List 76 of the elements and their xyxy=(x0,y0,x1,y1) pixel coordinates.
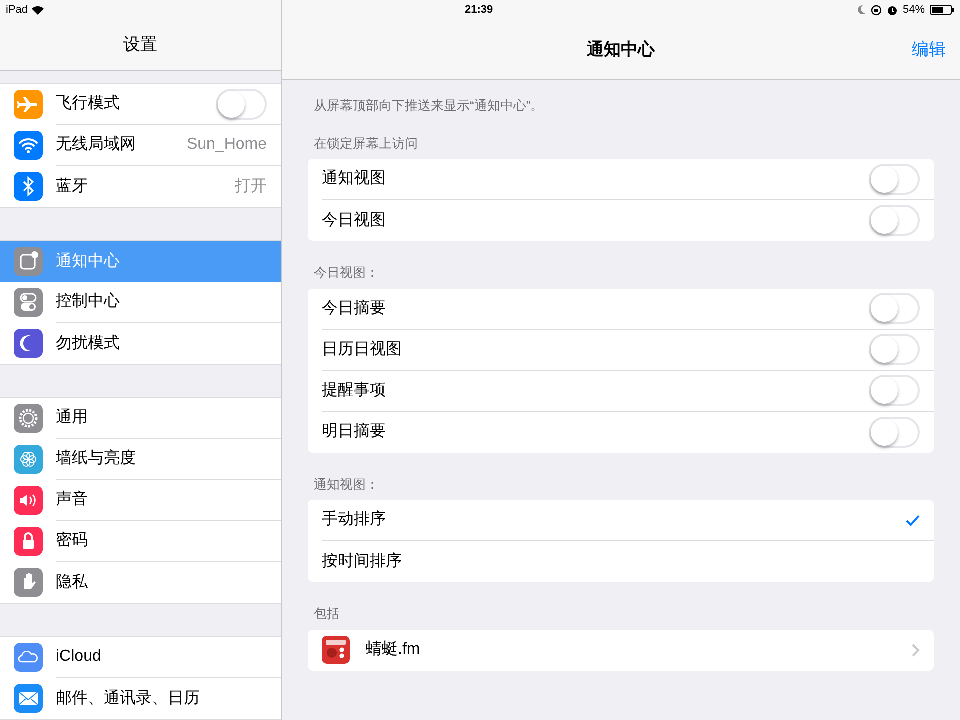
section-header: 通知视图： xyxy=(313,476,380,494)
item-label: 隐私 xyxy=(56,572,89,592)
row-label: 手动排序 xyxy=(322,510,387,530)
sidebar-item[interactable]: 邮件、通讯录、日历 xyxy=(0,678,281,719)
row-label: 明日摘要 xyxy=(322,422,387,442)
sort-option[interactable]: 手动排序 xyxy=(308,500,934,541)
row-label: 蜻蜓.fm xyxy=(366,640,422,660)
airplane-icon xyxy=(14,90,43,119)
device-name: iPad xyxy=(6,2,28,18)
section-header: 包括 xyxy=(313,605,341,623)
item-label: 密码 xyxy=(56,530,89,551)
chevron-icon xyxy=(912,644,920,656)
sidebar-item[interactable]: 控制中心 xyxy=(0,282,281,323)
sidebar-item[interactable]: 飞行模式 xyxy=(0,84,281,125)
section-header: 今日视图： xyxy=(313,264,380,282)
sidebar-item[interactable]: 墙纸与亮度 xyxy=(0,439,281,480)
item-value: Sun_Home xyxy=(186,135,267,155)
sidebar-item[interactable]: 通用 xyxy=(0,398,281,439)
item-label: 通用 xyxy=(56,408,89,428)
toggle-switch[interactable] xyxy=(869,293,920,324)
item-label: 控制中心 xyxy=(56,292,121,312)
page-title: 通知中心 xyxy=(587,38,655,61)
sidebar-item[interactable]: 密码 xyxy=(0,521,281,562)
sidebar-title: 设置 xyxy=(124,34,158,56)
checkmark-icon xyxy=(906,514,920,526)
flower-icon xyxy=(14,445,43,474)
notifications-icon xyxy=(14,247,43,276)
sidebar-item[interactable]: 隐私 xyxy=(0,562,281,603)
toggle-switch[interactable] xyxy=(869,375,920,406)
battery-percentage: 54% xyxy=(902,2,925,18)
wifi-icon xyxy=(14,131,43,160)
toggle-switch[interactable] xyxy=(869,416,920,448)
row-label: 通知视图 xyxy=(322,168,387,189)
toggle-switch[interactable] xyxy=(869,334,920,365)
row-label: 按时间排序 xyxy=(322,552,403,572)
row-label: 今日视图 xyxy=(322,210,387,230)
sidebar-item[interactable]: 勿扰模式 xyxy=(0,323,281,364)
row-label: 提醒事项 xyxy=(322,380,387,400)
row-label: 今日摘要 xyxy=(322,298,387,318)
sidebar-item[interactable]: 声音 xyxy=(0,480,281,521)
toggle-switch[interactable] xyxy=(216,88,267,120)
envelope-icon xyxy=(14,684,43,713)
moon-icon xyxy=(856,5,866,15)
item-value: 打开 xyxy=(235,176,267,196)
item-label: 通知中心 xyxy=(56,252,121,272)
section-header: 在锁定屏幕上访问 xyxy=(313,134,419,152)
hand-icon xyxy=(14,568,43,597)
gear-icon xyxy=(14,404,43,433)
item-label: 邮件、通讯录、日历 xyxy=(56,688,201,708)
speaker-icon xyxy=(14,486,43,515)
item-label: 墙纸与亮度 xyxy=(56,448,137,469)
switches-icon xyxy=(14,288,43,317)
radio-app-icon xyxy=(322,636,350,664)
battery-icon xyxy=(930,5,954,15)
bluetooth-icon xyxy=(14,172,43,201)
item-label: iCloud xyxy=(56,647,102,667)
item-label: 声音 xyxy=(56,490,89,510)
toggle-switch[interactable] xyxy=(869,164,920,194)
intro-text: 从屏幕顶部向下推送来显示“通知中心”。 xyxy=(313,97,545,115)
edit-button[interactable]: 编辑 xyxy=(912,36,946,62)
moon-icon xyxy=(14,329,43,358)
alarm-clock-icon xyxy=(886,4,898,16)
rotation-lock-icon xyxy=(870,4,882,16)
item-label: 勿扰模式 xyxy=(56,334,121,354)
cloud-icon xyxy=(14,643,43,672)
toggle-switch[interactable] xyxy=(869,205,920,236)
clock: 21:39 xyxy=(465,2,494,18)
lock-icon xyxy=(14,527,43,556)
sidebar-item[interactable]: iCloud xyxy=(0,637,281,678)
item-label: 无线局域网 xyxy=(56,134,137,155)
item-label: 蓝牙 xyxy=(56,176,89,196)
sidebar-item[interactable]: 无线局域网 Sun_Home xyxy=(0,125,281,166)
sidebar-item[interactable]: 蓝牙 打开 xyxy=(0,166,281,207)
wifi-signal-icon xyxy=(32,6,44,14)
item-label: 飞行模式 xyxy=(56,94,121,114)
row-label: 日历日视图 xyxy=(322,340,403,360)
